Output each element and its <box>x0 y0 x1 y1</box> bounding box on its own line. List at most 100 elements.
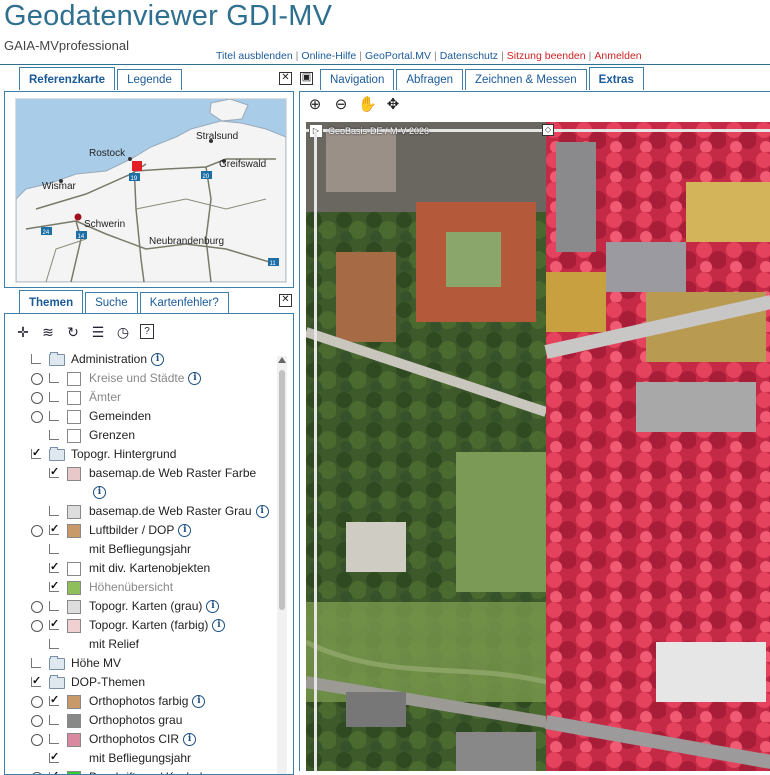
tree-row[interactable]: Gemeinden <box>5 407 275 426</box>
layer-checkbox[interactable]: ✓ <box>49 467 59 478</box>
tree-row[interactable]: ✓ mit div. Kartenobjekten <box>5 559 275 578</box>
map-tab-2[interactable]: Abfragen <box>396 69 464 90</box>
layer-label-wrap: Orthophotos farbig i <box>89 692 206 711</box>
info-icon[interactable]: i <box>93 486 106 500</box>
reference-tab-2[interactable]: Legende <box>117 69 182 90</box>
layer-checkbox[interactable]: ✓ <box>49 562 59 573</box>
swipe-handle[interactable]: ◇ <box>542 124 554 136</box>
tree-row[interactable]: Ämter <box>5 388 275 407</box>
info-icon[interactable]: i <box>183 733 197 747</box>
layers-icon[interactable]: ≋ <box>40 324 56 340</box>
tree-row[interactable]: ✓ Luftbilder / DOP i <box>5 521 275 540</box>
top-link-4[interactable]: Datenschutz <box>440 50 498 62</box>
layers-stack-icon[interactable]: ☰ <box>90 324 106 340</box>
layer-checkbox[interactable]: ✓ <box>49 695 59 706</box>
info-icon[interactable]: i <box>188 372 202 386</box>
top-link-3[interactable]: GeoPortal.MV <box>365 50 431 62</box>
top-link-6[interactable]: Anmelden <box>594 50 641 62</box>
link-separator: | <box>359 50 362 62</box>
tree-row[interactable]: Kreise und Städte i <box>5 369 275 388</box>
tree-row[interactable]: ✓ Topogr. Hintergrund <box>5 445 275 464</box>
theme-tab-1[interactable]: Themen <box>19 290 84 313</box>
map-tab-3[interactable]: Zeichnen & Messen <box>465 69 587 90</box>
info-icon[interactable]: i <box>212 619 226 633</box>
scroll-up-arrow-icon[interactable] <box>278 357 286 363</box>
refresh-icon[interactable]: ↻ <box>65 324 81 340</box>
layer-checkbox[interactable] <box>49 734 59 744</box>
add-icon[interactable]: ✛ <box>15 324 31 340</box>
tree-row[interactable]: i <box>5 483 275 502</box>
layer-checkbox[interactable] <box>31 658 41 668</box>
layer-checkbox[interactable]: ✓ <box>31 676 41 687</box>
tree-row[interactable]: ✓ Orthophotos farbig i <box>5 692 275 711</box>
tree-row[interactable]: Höhe MV <box>5 654 275 673</box>
layer-checkbox[interactable] <box>49 544 59 554</box>
close-reference-panel-button[interactable]: ✕ <box>279 72 292 85</box>
tree-row[interactable]: mit Befliegungsjahr <box>5 540 275 559</box>
reference-tab-1[interactable]: Referenzkarte <box>19 67 116 90</box>
layer-label: Topogr. Hintergrund <box>71 447 177 461</box>
help-icon[interactable]: ? <box>140 324 154 339</box>
info-icon[interactable]: i <box>192 695 206 709</box>
tree-row[interactable]: mit Relief <box>5 635 275 654</box>
tree-row[interactable]: Topogr. Karten (grau) i <box>5 597 275 616</box>
move-icon[interactable]: ✥ <box>384 96 402 114</box>
tree-row[interactable]: ✓ Höhenübersicht <box>5 578 275 597</box>
info-icon[interactable]: i <box>151 353 165 367</box>
top-link-2[interactable]: Online-Hilfe <box>301 50 356 62</box>
reference-minimap[interactable]: Stralsund Rostock Greifswald Wismar Schw… <box>15 98 287 283</box>
layer-radio[interactable] <box>31 373 43 385</box>
tree-row[interactable]: ✓ Topogr. Karten (farbig) i <box>5 616 275 635</box>
info-icon[interactable]: i <box>178 524 192 538</box>
layer-checkbox[interactable] <box>49 715 59 725</box>
tree-row[interactable]: Orthophotos grau <box>5 711 275 730</box>
layer-radio[interactable] <box>31 620 43 632</box>
layer-checkbox[interactable] <box>49 392 59 402</box>
layer-checkbox[interactable] <box>31 354 41 364</box>
layer-label-wrap: Ämter <box>89 388 121 407</box>
layer-checkbox[interactable] <box>49 639 59 649</box>
layer-checkbox[interactable] <box>49 373 59 383</box>
theme-tab-2[interactable]: Suche <box>85 292 138 313</box>
info-icon[interactable]: i <box>255 505 269 519</box>
layer-radio[interactable] <box>31 696 43 708</box>
layer-checkbox[interactable]: ✓ <box>31 448 41 459</box>
layer-checkbox[interactable]: ✓ <box>49 524 59 535</box>
tree-row[interactable]: ✓Beschriftung / Kacheln <box>5 768 275 774</box>
layer-checkbox[interactable] <box>49 411 59 421</box>
layer-checkbox[interactable]: ✓ <box>49 619 59 630</box>
layer-checkbox[interactable] <box>49 430 59 440</box>
layer-radio[interactable] <box>31 411 43 423</box>
layer-radio[interactable] <box>31 715 43 727</box>
tree-row[interactable]: ✓ DOP-Themen <box>5 673 275 692</box>
tree-row[interactable]: Administration i <box>5 350 275 369</box>
map-tab-4[interactable]: Extras <box>588 67 644 90</box>
tree-row[interactable]: basemap.de Web Raster Grau i <box>5 502 275 521</box>
layer-tree-scrollbar[interactable] <box>277 356 287 774</box>
layer-radio[interactable] <box>31 734 43 746</box>
tree-row[interactable]: Orthophotos CIR i <box>5 730 275 749</box>
zoom-in-icon[interactable]: ⊕ <box>306 96 324 114</box>
tree-row[interactable]: ✓ mit Befliegungsjahr <box>5 749 275 768</box>
map-canvas[interactable]: ◇ ▷ GeoBasis-DE / M-V 2026 <box>306 122 770 771</box>
close-theme-panel-button[interactable]: ✕ <box>279 294 292 307</box>
tree-row[interactable]: Grenzen <box>5 426 275 445</box>
layer-checkbox[interactable]: ✓ <box>49 581 59 592</box>
layer-radio[interactable] <box>31 601 43 613</box>
layer-radio[interactable] <box>31 525 43 537</box>
zoom-out-icon[interactable]: ⊖ <box>332 96 350 114</box>
top-link-1[interactable]: Titel ausblenden <box>216 50 293 62</box>
tree-row[interactable]: ✓ basemap.de Web Raster Farbe <box>5 464 275 483</box>
layer-checkbox[interactable] <box>49 601 59 611</box>
clock-icon[interactable]: ◷ <box>115 324 131 340</box>
top-link-5[interactable]: Sitzung beenden <box>507 50 586 62</box>
layer-radio[interactable] <box>31 392 43 404</box>
theme-tab-3[interactable]: Kartenfehler? <box>139 292 229 313</box>
pan-hand-icon[interactable]: ✋ <box>358 96 377 114</box>
layer-checkbox[interactable] <box>49 506 59 516</box>
scrollbar-thumb[interactable] <box>279 370 285 610</box>
detach-map-panel-button[interactable]: ▣ <box>300 72 313 85</box>
map-tab-1[interactable]: Navigation <box>320 69 395 90</box>
layer-checkbox[interactable]: ✓ <box>49 752 59 763</box>
info-icon[interactable]: i <box>206 600 220 614</box>
